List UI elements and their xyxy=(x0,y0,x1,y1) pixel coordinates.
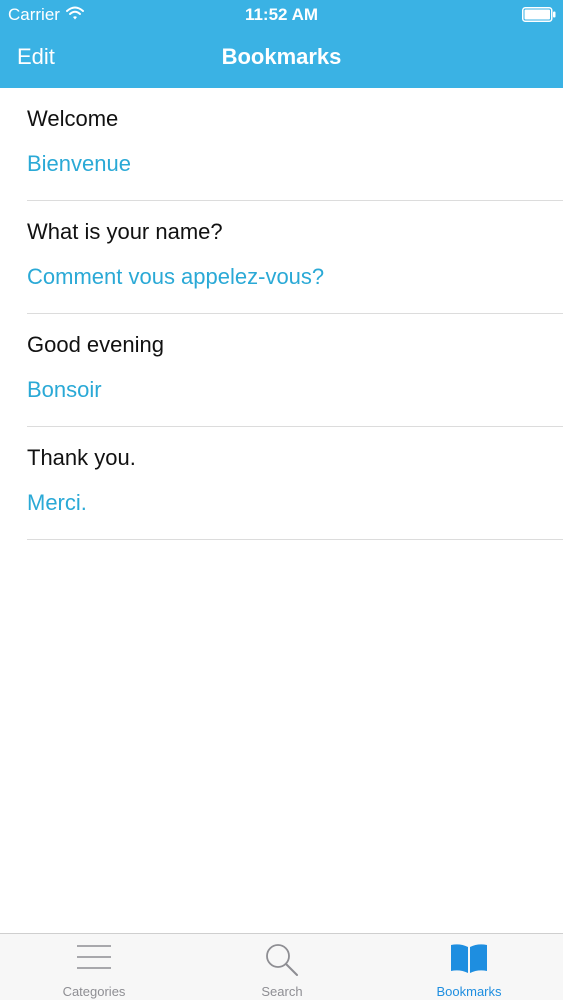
bookmarks-list: Welcome Bienvenue What is your name? Com… xyxy=(0,88,563,540)
nav-bar: Edit Bookmarks xyxy=(0,36,563,80)
tab-bookmarks[interactable]: Bookmarks xyxy=(375,934,563,1000)
book-icon xyxy=(451,944,487,973)
phrase-english: What is your name? xyxy=(27,219,223,244)
phrase-translation: Bonsoir xyxy=(27,377,102,402)
status-time: 11:52 AM xyxy=(244,5,319,24)
phrase-translation: Bienvenue xyxy=(27,151,131,176)
tab-categories[interactable]: Categories xyxy=(0,934,188,1000)
list-icon xyxy=(77,945,111,969)
phrase-english: Welcome xyxy=(27,106,119,131)
header: Carrier 11:52 AM Edit Bookmarks xyxy=(0,0,563,88)
tab-label: Bookmarks xyxy=(436,984,502,999)
status-bar: Carrier 11:52 AM xyxy=(0,0,563,30)
bookmark-row[interactable]: Good evening Bonsoir xyxy=(0,314,563,427)
bookmark-row[interactable]: What is your name? Comment vous appelez-… xyxy=(0,201,563,314)
phrase-english: Good evening xyxy=(27,332,164,357)
tab-bar: Categories Search Bookmarks xyxy=(0,933,563,1000)
page-title: Bookmarks xyxy=(221,44,342,69)
tab-search[interactable]: Search xyxy=(188,934,376,1000)
phrase-translation: Merci. xyxy=(27,490,87,515)
bookmark-row[interactable]: Thank you. Merci. xyxy=(0,427,563,540)
phrase-english: Thank you. xyxy=(27,445,136,470)
phrase-translation: Comment vous appelez-vous? xyxy=(27,264,325,289)
tab-label: Search xyxy=(261,984,303,999)
app-screen: Carrier 11:52 AM Edit Bookmarks Welcome … xyxy=(0,0,563,1000)
battery-icon xyxy=(522,7,556,22)
tab-label: Categories xyxy=(62,984,126,999)
search-icon xyxy=(266,944,298,976)
bookmark-row[interactable]: Welcome Bienvenue xyxy=(0,88,563,201)
row-divider xyxy=(27,539,563,540)
